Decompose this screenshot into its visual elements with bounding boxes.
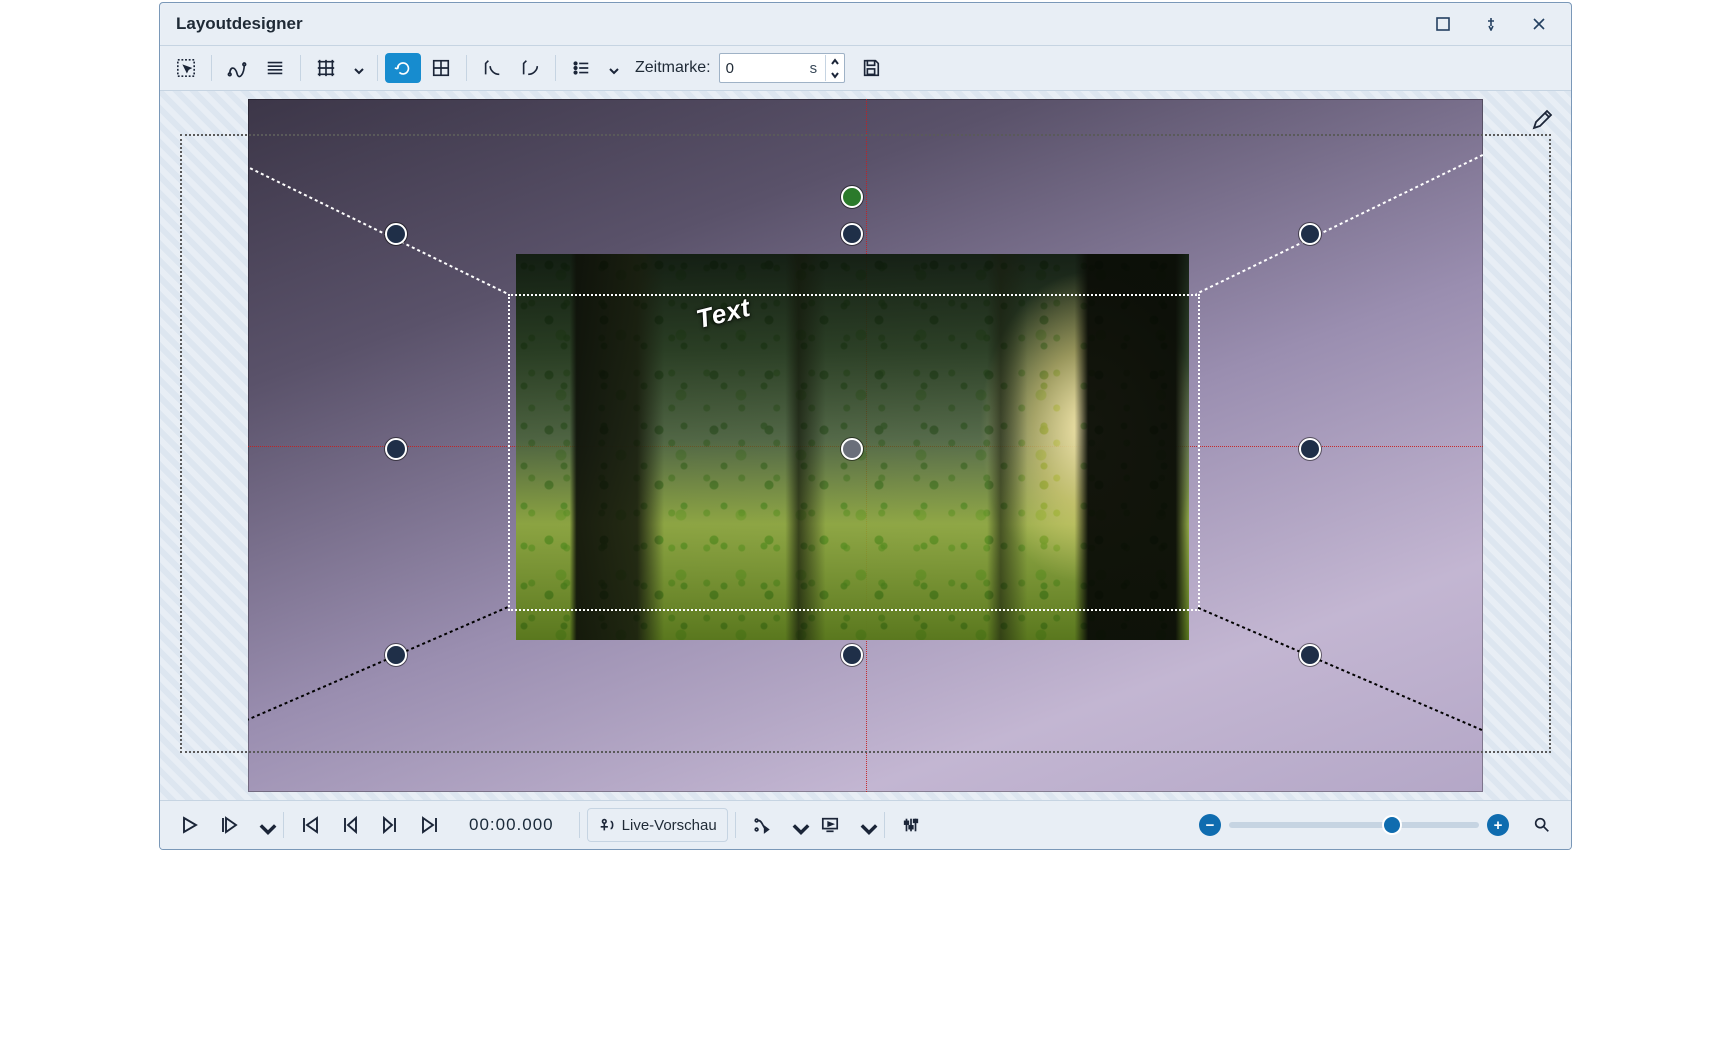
handle-outer-tl[interactable] (385, 223, 407, 245)
list-tool-button[interactable] (563, 53, 599, 83)
zoom-fit-button[interactable] (1523, 809, 1561, 841)
handle-bottom-mid[interactable] (841, 644, 863, 666)
pin-button[interactable] (1467, 5, 1515, 43)
timestamp-label: Zeitmarke: (635, 59, 711, 77)
monitor-dropdown[interactable] (851, 809, 877, 841)
pencil-icon (1531, 109, 1553, 131)
handle-outer-ml[interactable] (385, 438, 407, 460)
keyframe-out-button[interactable] (512, 53, 548, 83)
close-button[interactable] (1515, 5, 1563, 43)
play-from-button[interactable] (210, 809, 248, 841)
zoom-controls: − + (1199, 809, 1561, 841)
next-frame-button[interactable] (371, 809, 409, 841)
curve-tool-button[interactable] (219, 53, 255, 83)
play-dropdown[interactable] (250, 809, 276, 841)
timestamp-step-up[interactable] (826, 55, 844, 68)
live-preview-button[interactable]: Live-Vorschau (587, 808, 728, 842)
center-tool-button[interactable] (423, 53, 459, 83)
canvas-area[interactable]: Text (160, 91, 1571, 800)
stage[interactable]: Text (248, 99, 1483, 792)
prev-frame-button[interactable] (331, 809, 369, 841)
timestamp-input-group: s (719, 53, 846, 83)
handle-outer-mr[interactable] (1299, 438, 1321, 460)
handle-center[interactable] (841, 438, 863, 460)
monitor-play-button[interactable] (811, 809, 849, 841)
levels-button[interactable] (892, 809, 930, 841)
handle-outer-br[interactable] (1299, 644, 1321, 666)
timestamp-unit: s (802, 60, 826, 77)
go-end-button[interactable] (411, 809, 449, 841)
window-title: Layoutdesigner (176, 14, 303, 34)
titlebar: Layoutdesigner (160, 3, 1571, 46)
toolbar: Zeitmarke: s (160, 46, 1571, 91)
live-preview-label: Live-Vorschau (622, 817, 717, 834)
handle-rotate-anchor[interactable] (841, 223, 863, 245)
layout-designer-window: Layoutdesigner (159, 2, 1572, 850)
grid-toggle-button[interactable] (308, 53, 344, 83)
select-tool-button[interactable] (168, 53, 204, 83)
go-start-button[interactable] (291, 809, 329, 841)
grid-dropdown[interactable] (346, 53, 370, 83)
timecode: 00:00.000 (469, 815, 554, 835)
maximize-button[interactable] (1419, 5, 1467, 43)
play-button[interactable] (170, 809, 208, 841)
align-tool-button[interactable] (257, 53, 293, 83)
path-play-dropdown[interactable] (783, 809, 809, 841)
handle-outer-bl[interactable] (385, 644, 407, 666)
timestamp-input[interactable] (720, 55, 802, 81)
list-dropdown[interactable] (601, 53, 625, 83)
save-button[interactable] (853, 53, 889, 83)
path-play-button[interactable] (743, 809, 781, 841)
handle-outer-tr[interactable] (1299, 223, 1321, 245)
zoom-out-button[interactable]: − (1199, 814, 1221, 836)
zoom-thumb[interactable] (1384, 817, 1400, 833)
zoom-slider[interactable] (1229, 822, 1479, 828)
keyframe-in-button[interactable] (474, 53, 510, 83)
timestamp-step-down[interactable] (826, 68, 844, 81)
rotate-tool-button[interactable] (385, 53, 421, 83)
handle-rotate[interactable] (841, 186, 863, 208)
zoom-in-button[interactable]: + (1487, 814, 1509, 836)
footer: 00:00.000 Live-Vorschau − + (160, 800, 1571, 849)
